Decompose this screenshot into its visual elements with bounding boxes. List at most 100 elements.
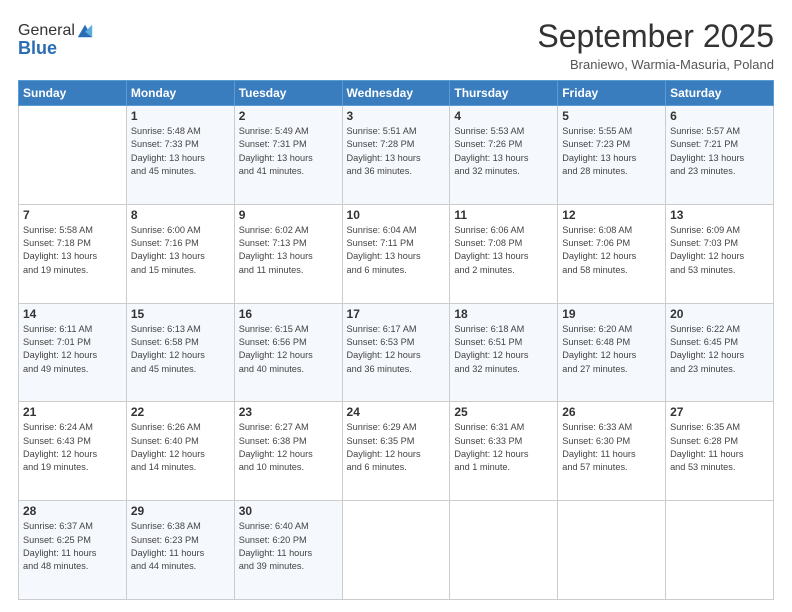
calendar-cell: 20 Sunrise: 6:22 AMSunset: 6:45 PMDayligh… [666,303,774,402]
calendar-cell: 14 Sunrise: 6:11 AMSunset: 7:01 PMDayligh… [19,303,127,402]
calendar-cell [342,501,450,600]
calendar-cell: 22 Sunrise: 6:26 AMSunset: 6:40 PMDayligh… [126,402,234,501]
calendar-cell: 29Sunrise: 6:38 AMSunset: 6:23 PMDayligh… [126,501,234,600]
day-number: 19 [562,307,661,321]
logo-blue-text: Blue [18,38,94,59]
day-number: 4 [454,109,553,123]
weekday-header-wednesday: Wednesday [342,81,450,106]
calendar-cell: 25 Sunrise: 6:31 AMSunset: 6:33 PMDayligh… [450,402,558,501]
day-info: Sunrise: 6:37 AMSunset: 6:25 PMDaylight:… [23,520,122,573]
weekday-header-thursday: Thursday [450,81,558,106]
day-info: Sunrise: 5:58 AMSunset: 7:18 PMDaylight:… [23,224,122,277]
day-info: Sunrise: 6:31 AMSunset: 6:33 PMDaylight:… [454,421,553,474]
calendar-cell: 30 Sunrise: 6:40 AMSunset: 6:20 PMDayligh… [234,501,342,600]
calendar-cell [19,106,127,205]
day-info: Sunrise: 6:13 AMSunset: 6:58 PMDaylight:… [131,323,230,376]
day-number: 12 [562,208,661,222]
day-info: Sunrise: 6:04 AMSunset: 7:11 PMDaylight:… [347,224,446,277]
header: General Blue September 2025 Braniewo, Wa… [18,18,774,72]
calendar-cell: 19 Sunrise: 6:20 AMSunset: 6:48 PMDayligh… [558,303,666,402]
day-info: Sunrise: 6:40 AMSunset: 6:20 PMDaylight:… [239,520,338,573]
day-number: 29 [131,504,230,518]
calendar-table: SundayMondayTuesdayWednesdayThursdayFrid… [18,80,774,600]
day-number: 30 [239,504,338,518]
day-info: Sunrise: 6:02 AMSunset: 7:13 PMDaylight:… [239,224,338,277]
day-info: Sunrise: 6:17 AMSunset: 6:53 PMDaylight:… [347,323,446,376]
week-row-2: 7 Sunrise: 5:58 AMSunset: 7:18 PMDaylight… [19,204,774,303]
day-info: Sunrise: 6:22 AMSunset: 6:45 PMDaylight:… [670,323,769,376]
day-info: Sunrise: 6:26 AMSunset: 6:40 PMDaylight:… [131,421,230,474]
calendar-cell: 4 Sunrise: 5:53 AMSunset: 7:26 PMDaylight… [450,106,558,205]
calendar-cell: 7 Sunrise: 5:58 AMSunset: 7:18 PMDaylight… [19,204,127,303]
day-number: 21 [23,405,122,419]
weekday-header-row: SundayMondayTuesdayWednesdayThursdayFrid… [19,81,774,106]
day-info: Sunrise: 5:57 AMSunset: 7:21 PMDaylight:… [670,125,769,178]
day-number: 13 [670,208,769,222]
day-number: 16 [239,307,338,321]
day-info: Sunrise: 6:00 AMSunset: 7:16 PMDaylight:… [131,224,230,277]
week-row-4: 21Sunrise: 6:24 AMSunset: 6:43 PMDayligh… [19,402,774,501]
calendar-cell [450,501,558,600]
calendar-cell: 8 Sunrise: 6:00 AMSunset: 7:16 PMDaylight… [126,204,234,303]
calendar-cell: 17 Sunrise: 6:17 AMSunset: 6:53 PMDayligh… [342,303,450,402]
week-row-1: 1 Sunrise: 5:48 AMSunset: 7:33 PMDaylight… [19,106,774,205]
calendar-cell: 16 Sunrise: 6:15 AMSunset: 6:56 PMDayligh… [234,303,342,402]
day-info: Sunrise: 5:48 AMSunset: 7:33 PMDaylight:… [131,125,230,178]
weekday-header-friday: Friday [558,81,666,106]
day-info: Sunrise: 6:11 AMSunset: 7:01 PMDaylight:… [23,323,122,376]
day-number: 24 [347,405,446,419]
calendar-cell: 23 Sunrise: 6:27 AMSunset: 6:38 PMDayligh… [234,402,342,501]
day-info: Sunrise: 6:08 AMSunset: 7:06 PMDaylight:… [562,224,661,277]
day-info: Sunrise: 5:53 AMSunset: 7:26 PMDaylight:… [454,125,553,178]
calendar-cell: 10 Sunrise: 6:04 AMSunset: 7:11 PMDayligh… [342,204,450,303]
day-number: 27 [670,405,769,419]
title-block: September 2025 Braniewo, Warmia-Masuria,… [537,18,774,72]
day-info: Sunrise: 6:35 AMSunset: 6:28 PMDaylight:… [670,421,769,474]
day-number: 15 [131,307,230,321]
day-number: 14 [23,307,122,321]
day-number: 17 [347,307,446,321]
calendar-cell: 21Sunrise: 6:24 AMSunset: 6:43 PMDayligh… [19,402,127,501]
logo: General Blue [18,22,94,59]
day-number: 10 [347,208,446,222]
week-row-3: 14 Sunrise: 6:11 AMSunset: 7:01 PMDayligh… [19,303,774,402]
calendar-cell: 13 Sunrise: 6:09 AMSunset: 7:03 PMDayligh… [666,204,774,303]
day-info: Sunrise: 6:29 AMSunset: 6:35 PMDaylight:… [347,421,446,474]
week-row-5: 28 Sunrise: 6:37 AMSunset: 6:25 PMDayligh… [19,501,774,600]
day-info: Sunrise: 6:27 AMSunset: 6:38 PMDaylight:… [239,421,338,474]
day-info: Sunrise: 6:33 AMSunset: 6:30 PMDaylight:… [562,421,661,474]
calendar-cell: 11Sunrise: 6:06 AMSunset: 7:08 PMDayligh… [450,204,558,303]
day-info: Sunrise: 6:09 AMSunset: 7:03 PMDaylight:… [670,224,769,277]
day-info: Sunrise: 6:06 AMSunset: 7:08 PMDaylight:… [454,224,553,277]
day-number: 22 [131,405,230,419]
day-number: 28 [23,504,122,518]
day-number: 1 [131,109,230,123]
weekday-header-saturday: Saturday [666,81,774,106]
calendar-cell: 2Sunrise: 5:49 AMSunset: 7:31 PMDaylight… [234,106,342,205]
day-info: Sunrise: 5:51 AMSunset: 7:28 PMDaylight:… [347,125,446,178]
calendar-cell: 24 Sunrise: 6:29 AMSunset: 6:35 PMDayligh… [342,402,450,501]
calendar-cell: 28 Sunrise: 6:37 AMSunset: 6:25 PMDayligh… [19,501,127,600]
calendar-cell [558,501,666,600]
day-info: Sunrise: 6:18 AMSunset: 6:51 PMDaylight:… [454,323,553,376]
calendar-cell: 5Sunrise: 5:55 AMSunset: 7:23 PMDaylight… [558,106,666,205]
calendar-cell: 26Sunrise: 6:33 AMSunset: 6:30 PMDayligh… [558,402,666,501]
day-number: 9 [239,208,338,222]
weekday-header-monday: Monday [126,81,234,106]
day-info: Sunrise: 6:15 AMSunset: 6:56 PMDaylight:… [239,323,338,376]
calendar-page: General Blue September 2025 Braniewo, Wa… [0,0,792,612]
calendar-cell: 3Sunrise: 5:51 AMSunset: 7:28 PMDaylight… [342,106,450,205]
day-number: 20 [670,307,769,321]
day-number: 25 [454,405,553,419]
day-info: Sunrise: 6:20 AMSunset: 6:48 PMDaylight:… [562,323,661,376]
day-number: 18 [454,307,553,321]
calendar-cell: 27 Sunrise: 6:35 AMSunset: 6:28 PMDayligh… [666,402,774,501]
logo-icon [76,22,94,40]
day-info: Sunrise: 5:49 AMSunset: 7:31 PMDaylight:… [239,125,338,178]
calendar-cell: 12 Sunrise: 6:08 AMSunset: 7:06 PMDayligh… [558,204,666,303]
day-number: 7 [23,208,122,222]
calendar-cell: 9 Sunrise: 6:02 AMSunset: 7:13 PMDaylight… [234,204,342,303]
weekday-header-tuesday: Tuesday [234,81,342,106]
day-number: 23 [239,405,338,419]
day-number: 8 [131,208,230,222]
